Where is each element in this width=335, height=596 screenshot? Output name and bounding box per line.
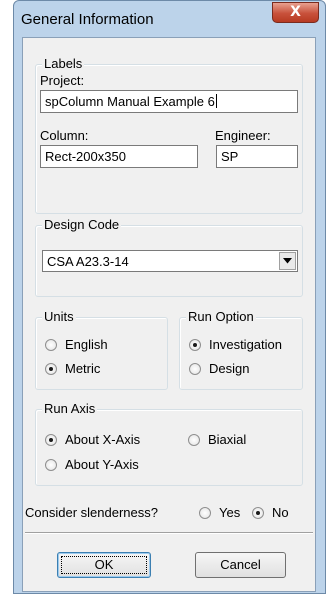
column-label: Column: <box>40 128 89 143</box>
run-option-group: Run Option Investigation Design <box>179 309 303 390</box>
design-code-select[interactable]: CSA A23.3-14 <box>42 250 298 272</box>
column-input[interactable]: Rect-200x350 <box>40 145 198 168</box>
cancel-button[interactable]: Cancel <box>195 552 286 578</box>
slenderness-no-radio[interactable] <box>252 507 264 519</box>
run-axis-x-radio[interactable] <box>45 434 57 446</box>
units-group: Units English Metric <box>35 309 168 390</box>
cancel-button-label: Cancel <box>220 557 261 572</box>
text-cursor <box>215 94 217 108</box>
dialog-client-area: Labels Project: spColumn Manual Example … <box>22 37 316 592</box>
run-option-design-radio[interactable] <box>189 363 201 375</box>
column-value: Rect-200x350 <box>45 149 126 164</box>
units-english-label: English <box>65 337 108 352</box>
design-code-group: Design Code CSA A23.3-14 <box>35 217 303 297</box>
dialog-window: General Information X Labels Project: sp… <box>13 0 326 594</box>
units-english-radio[interactable] <box>45 339 57 351</box>
close-button[interactable]: X <box>272 2 319 23</box>
focus-rectangle <box>61 556 147 574</box>
run-option-investigation-radio[interactable] <box>189 339 201 351</box>
engineer-label: Engineer: <box>215 128 271 143</box>
run-option-legend: Run Option <box>186 309 256 325</box>
slenderness-yes-label: Yes <box>219 505 241 520</box>
run-axis-x-label: About X-Axis <box>65 432 141 447</box>
run-axis-biaxial-label: Biaxial <box>208 432 247 447</box>
run-axis-y-label: About Y-Axis <box>65 457 139 472</box>
run-axis-biaxial-radio[interactable] <box>188 434 200 446</box>
design-code-selected: CSA A23.3-14 <box>47 254 129 269</box>
ok-button[interactable]: OK <box>57 552 151 578</box>
title-bar[interactable]: General Information X <box>14 1 325 37</box>
run-axis-y-radio[interactable] <box>45 459 57 471</box>
slenderness-no-label: No <box>272 505 289 520</box>
design-code-legend: Design Code <box>42 217 122 233</box>
units-metric-radio[interactable] <box>45 363 57 375</box>
project-value: spColumn Manual Example 6 <box>45 94 215 109</box>
window-title: General Information <box>21 11 154 28</box>
labels-group: Labels Project: spColumn Manual Example … <box>35 56 303 214</box>
slenderness-label: Consider slenderness? <box>25 505 158 520</box>
labels-group-legend: Labels <box>42 56 85 72</box>
chevron-down-icon[interactable] <box>279 252 296 270</box>
button-separator <box>25 532 313 534</box>
project-label: Project: <box>40 73 85 88</box>
units-metric-label: Metric <box>65 361 101 376</box>
engineer-value: SP <box>221 149 239 164</box>
engineer-input[interactable]: SP <box>216 145 298 168</box>
run-axis-legend: Run Axis <box>42 401 98 417</box>
run-option-investigation-label: Investigation <box>209 337 282 352</box>
project-input[interactable]: spColumn Manual Example 6 <box>40 90 298 113</box>
close-icon: X <box>290 4 301 20</box>
run-axis-group: Run Axis About X-Axis Biaxial About Y-Ax… <box>35 401 303 486</box>
slenderness-yes-radio[interactable] <box>199 507 211 519</box>
units-legend: Units <box>42 309 76 325</box>
run-option-design-label: Design <box>209 361 250 376</box>
